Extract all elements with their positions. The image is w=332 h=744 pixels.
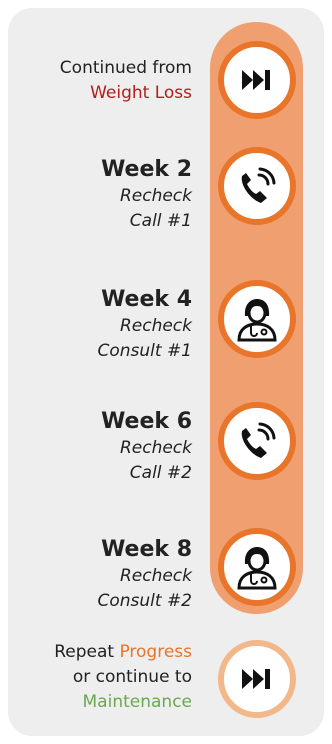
weight-loss-link[interactable]: Weight Loss: [60, 81, 192, 106]
skip-forward-icon: [242, 669, 270, 689]
phone-icon: [241, 167, 276, 203]
week-label: Week 4: [101, 287, 192, 312]
continue-text: or continue to: [72, 667, 192, 687]
repeat-line: Repeat Progress: [54, 640, 192, 665]
continued-from-label: Continued from Weight Loss: [60, 56, 192, 106]
call-step-button[interactable]: [218, 402, 296, 480]
skip-forward-button[interactable]: [218, 41, 296, 119]
step-type: Recheck: [119, 186, 192, 206]
doctor-icon: [237, 547, 277, 590]
call-step-button[interactable]: [218, 147, 296, 225]
step-week-4: Week 4 Recheck Consult #1: [97, 286, 192, 364]
skip-forward-button[interactable]: [218, 640, 296, 718]
consult-step-button[interactable]: [218, 280, 296, 358]
step-detail: Consult #2: [97, 591, 192, 611]
doctor-icon: [237, 299, 277, 342]
skip-forward-icon: [242, 70, 270, 90]
step-type: Recheck: [119, 438, 192, 458]
week-label: Week 6: [101, 409, 192, 434]
week-label: Week 8: [101, 537, 192, 562]
step-detail: Call #1: [129, 211, 192, 231]
progress-link[interactable]: Progress: [119, 642, 192, 662]
step-week-2: Week 2 Recheck Call #1: [101, 156, 192, 234]
step-detail: Call #2: [129, 463, 192, 483]
repeat-text: Repeat: [54, 642, 115, 662]
week-label: Week 2: [101, 157, 192, 182]
repeat-or-continue-label: Repeat Progress or continue to Maintenan…: [54, 640, 192, 715]
step-type: Recheck: [119, 316, 192, 336]
continued-from-text: Continued from: [59, 58, 192, 78]
step-week-6: Week 6 Recheck Call #2: [101, 408, 192, 486]
step-type: Recheck: [119, 566, 192, 586]
step-week-8: Week 8 Recheck Consult #2: [97, 536, 192, 614]
consult-step-button[interactable]: [218, 528, 296, 606]
phone-icon: [241, 422, 276, 458]
step-detail: Consult #1: [97, 341, 192, 361]
maintenance-link[interactable]: Maintenance: [54, 690, 192, 715]
